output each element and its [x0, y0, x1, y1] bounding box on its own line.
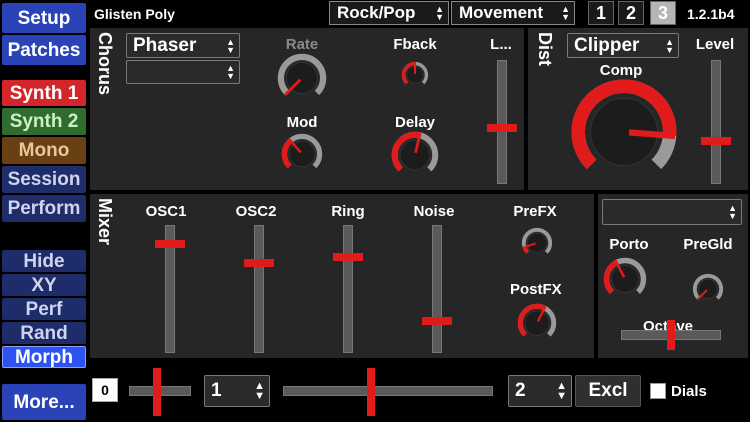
perf-button[interactable]: Perf — [2, 298, 86, 320]
footer-select2[interactable]: 2 ▲ ▼ — [508, 375, 572, 407]
dist-type-select[interactable]: Clipper ▲ ▼ — [567, 33, 679, 58]
footer-select1[interactable]: 1 ▲ ▼ — [204, 375, 270, 407]
setup-button[interactable]: Setup — [2, 3, 86, 33]
footer-select1-value: 1 — [211, 380, 222, 401]
comp-knob[interactable] — [571, 79, 677, 184]
knob-body — [399, 139, 431, 171]
postfx-label: PostFX — [510, 281, 562, 298]
hide-button[interactable]: Hide — [2, 250, 86, 272]
ring-track[interactable] — [343, 225, 353, 353]
chorus-title: Chorus — [95, 32, 115, 95]
select-arrows-icon: ▲ ▼ — [435, 4, 444, 22]
footer-select2-value: 2 — [515, 380, 526, 401]
comp-label: Comp — [599, 62, 643, 79]
dist-type-value: Clipper — [574, 34, 640, 56]
subcategory-select[interactable]: Movement ▲ ▼ — [451, 1, 575, 25]
footer-slider2-thumb[interactable] — [367, 368, 376, 416]
mono-button[interactable]: Mono — [2, 137, 86, 164]
delay-knob[interactable] — [391, 131, 439, 178]
mixer-title: Mixer — [95, 198, 115, 246]
rate-knob[interactable] — [277, 53, 327, 102]
osc1-label: OSC1 — [145, 203, 187, 220]
noise-label: Noise — [413, 203, 455, 220]
page-1-button[interactable]: 1 — [588, 1, 614, 25]
page-3-button[interactable]: 3 — [650, 1, 676, 25]
glide-select[interactable]: ▲ ▼ — [602, 199, 742, 225]
subcategory-value: Movement — [459, 3, 544, 22]
xy-button[interactable]: XY — [2, 274, 86, 296]
footer-slider1-thumb[interactable] — [152, 368, 161, 416]
version-label: 1.2.1b4 — [687, 6, 735, 22]
octave-thumb[interactable] — [667, 320, 675, 350]
ring-label: Ring — [331, 203, 365, 220]
select-arrows-icon: ▲ ▼ — [226, 36, 235, 55]
morph-button[interactable]: Morph — [2, 346, 86, 368]
rate-label: Rate — [285, 36, 319, 53]
footer-slider2-track[interactable] — [283, 386, 493, 396]
postfx-knob[interactable] — [517, 303, 557, 342]
select-arrows-icon: ▲ ▼ — [665, 36, 674, 55]
page-2-button[interactable]: 2 — [618, 1, 644, 25]
delay-label: Delay — [394, 114, 436, 131]
osc1-thumb[interactable] — [155, 240, 185, 249]
knob-pointer — [628, 129, 676, 140]
mod-knob[interactable] — [281, 133, 323, 174]
prefx-knob[interactable] — [521, 227, 553, 258]
category-select[interactable]: Rock/Pop ▲ ▼ — [329, 1, 449, 25]
preset-name: Glisten Poly — [94, 6, 175, 22]
synth2-button[interactable]: Synth 2 — [2, 108, 86, 135]
porto-knob[interactable] — [603, 257, 647, 300]
osc2-track[interactable] — [254, 225, 264, 353]
session-button[interactable]: Session — [2, 166, 86, 193]
noise-thumb[interactable] — [422, 317, 452, 325]
select-arrows-icon: ▲ ▼ — [226, 63, 235, 81]
perform-button[interactable]: Perform — [2, 195, 86, 222]
dist-title: Dist — [535, 32, 555, 67]
noise-track[interactable] — [432, 225, 442, 353]
dials-checkbox[interactable] — [650, 383, 666, 399]
knob-body — [610, 264, 640, 294]
osc2-label: OSC2 — [235, 203, 277, 220]
value-box[interactable]: 0 — [92, 378, 118, 402]
select-arrows-icon: ▲ ▼ — [254, 380, 265, 402]
select-arrows-icon: ▲ ▼ — [556, 380, 567, 402]
pregld-label: PreGld — [683, 236, 733, 253]
more-button[interactable]: More... — [2, 384, 86, 420]
dials-label: Dials — [671, 383, 707, 400]
select-arrows-icon: ▲ ▼ — [561, 4, 570, 22]
chorus-level-thumb[interactable] — [487, 124, 517, 133]
category-value: Rock/Pop — [337, 3, 416, 22]
osc2-thumb[interactable] — [244, 259, 274, 268]
excl-button[interactable]: Excl — [575, 375, 641, 407]
fback-label: Fback — [393, 36, 437, 53]
knob-body — [526, 232, 548, 254]
patches-button[interactable]: Patches — [2, 35, 86, 65]
select-arrows-icon: ▲ ▼ — [728, 203, 737, 221]
rand-button[interactable]: Rand — [2, 322, 86, 344]
chorus-subtype-select[interactable]: ▲ ▼ — [126, 60, 240, 84]
porto-label: Porto — [609, 236, 649, 253]
chorus-type-value: Phaser — [133, 34, 197, 56]
chorus-type-select[interactable]: Phaser ▲ ▼ — [126, 33, 240, 58]
pregld-knob[interactable] — [692, 273, 724, 304]
prefx-label: PreFX — [513, 203, 557, 220]
dist-level-label: Level — [695, 36, 735, 53]
dist-level-thumb[interactable] — [701, 136, 731, 145]
chorus-level-track[interactable] — [497, 60, 507, 184]
mod-label: Mod — [286, 114, 318, 131]
dist-level-track[interactable] — [711, 60, 721, 184]
ring-thumb[interactable] — [333, 253, 363, 261]
chorus-level-label: L... — [490, 36, 512, 53]
synth1-button[interactable]: Synth 1 — [2, 80, 86, 106]
fback-knob[interactable] — [401, 61, 429, 88]
knob-body — [524, 310, 550, 336]
